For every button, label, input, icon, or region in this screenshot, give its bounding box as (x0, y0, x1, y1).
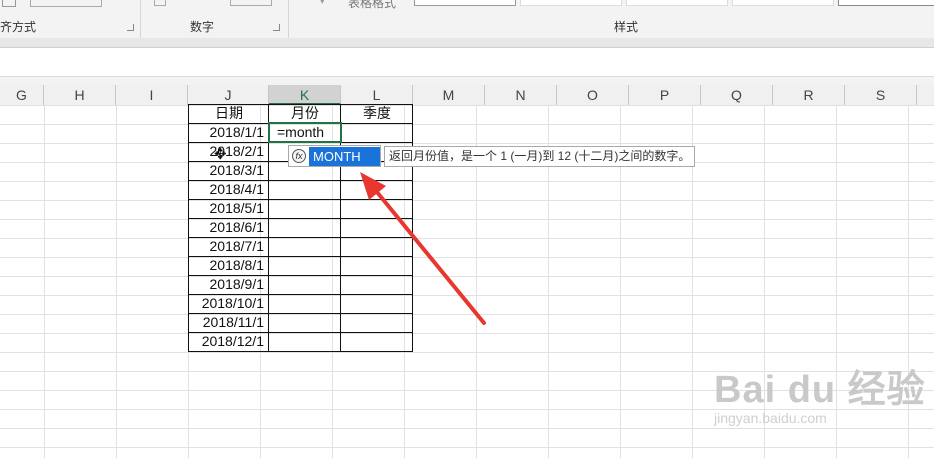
date-cell[interactable]: 2018/9/1 (189, 275, 265, 294)
cell-style-swatch-5[interactable] (838, 0, 934, 6)
date-cell[interactable]: 2018/5/1 (189, 199, 265, 218)
header-cell-month[interactable]: 月份 (269, 104, 341, 123)
ribbon-group-number: 数字 (140, 0, 289, 38)
dropdown-arrow-icon[interactable]: ▾ (320, 0, 325, 7)
column-header-l[interactable]: L (341, 85, 413, 105)
column-header-o[interactable]: O (557, 85, 629, 105)
watermark-logo: Bai du 经验 (714, 369, 926, 411)
date-cell[interactable]: 2018/4/1 (189, 180, 265, 199)
date-cell[interactable]: 2018/6/1 (189, 218, 265, 237)
date-cell[interactable]: 2018/12/1 (189, 332, 264, 351)
header-cell-quarter[interactable]: 季度 (341, 104, 413, 123)
cell-style-swatch-3[interactable] (626, 0, 728, 6)
column-header-j[interactable]: J (188, 85, 269, 105)
autocomplete-item-month[interactable]: MONTH (309, 147, 380, 166)
column-header-s[interactable]: S (845, 85, 917, 105)
column-header-row: G H I J K L M N O P Q R S (0, 85, 934, 106)
ribbon: 齐方式 数字 ▾ 表格格式 样式 (0, 0, 934, 38)
group-label-number: 数字 (190, 20, 215, 34)
function-autocomplete-list[interactable]: fx MONTH (288, 145, 381, 167)
ribbon-group-styles: ▾ 表格格式 样式 (288, 0, 934, 38)
alignment-dialog-launcher-icon[interactable] (127, 24, 134, 31)
column-header-r[interactable]: R (773, 85, 845, 105)
formula-bar[interactable] (0, 48, 934, 77)
function-icon: fx (292, 149, 306, 163)
date-cell[interactable]: 2018/3/1 (189, 161, 265, 180)
baidu-jingyan-watermark: Bai du 经验 jingyan.baidu.com (714, 358, 926, 426)
column-header-m[interactable]: M (413, 85, 485, 105)
date-cell[interactable]: 2018/11/1 (189, 313, 264, 332)
header-cell-date[interactable]: 日期 (189, 104, 269, 123)
group-label-styles: 样式 (614, 20, 639, 34)
cell-style-swatch-2[interactable] (520, 0, 622, 6)
merge-center-button[interactable] (30, 0, 102, 7)
ribbon-group-alignment: 齐方式 (0, 0, 141, 38)
format-as-table-button[interactable]: 表格格式 (348, 0, 396, 11)
column-header-h[interactable]: H (44, 85, 116, 105)
column-header-g[interactable]: G (0, 85, 44, 105)
date-cell[interactable]: 2018/8/1 (189, 256, 265, 275)
function-tooltip: 返回月份值，是一个 1 (一月)到 12 (十二月)之间的数字。 (384, 146, 696, 167)
number-dialog-launcher-icon[interactable] (273, 24, 280, 31)
column-header-p[interactable]: P (629, 85, 701, 105)
cell-style-swatch-4[interactable] (732, 0, 834, 6)
decimal-buttons[interactable] (230, 0, 272, 6)
align-icon[interactable] (2, 0, 16, 7)
column-header-n[interactable]: N (485, 85, 557, 105)
date-cell[interactable]: 2018/1/1 (189, 123, 265, 142)
group-label-alignment: 齐方式 (0, 20, 37, 34)
date-cell[interactable]: 2018/7/1 (189, 237, 265, 256)
ribbon-collapse-bar (0, 38, 934, 48)
column-header-q[interactable]: Q (701, 85, 773, 105)
column-header-i[interactable]: I (116, 85, 188, 105)
sheet-gap (0, 77, 934, 85)
date-cell[interactable]: 2018/10/1 (189, 294, 264, 313)
cell-style-swatch-1[interactable] (414, 0, 516, 6)
move-cursor-icon: ✥ (214, 146, 227, 163)
number-format-icon[interactable] (154, 0, 166, 6)
watermark-url: jingyan.baidu.com (714, 410, 827, 426)
active-cell-formula[interactable]: =month (277, 123, 347, 142)
column-header-k[interactable]: K (269, 85, 341, 105)
